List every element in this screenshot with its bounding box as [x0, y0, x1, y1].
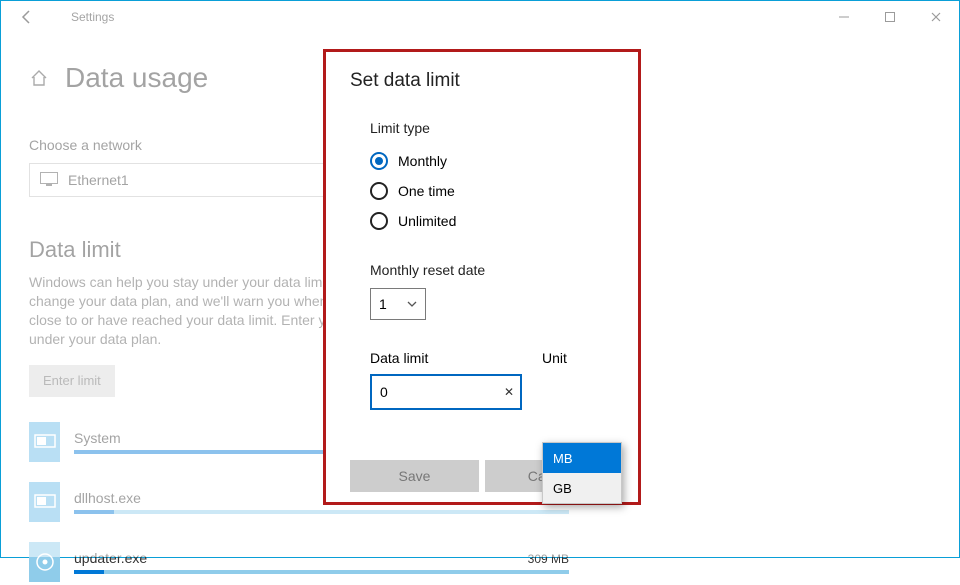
clear-input-icon[interactable]: ✕ [504, 385, 514, 399]
radio-label: Monthly [398, 153, 447, 169]
reset-date-value: 1 [379, 296, 387, 312]
unit-select[interactable] [556, 374, 636, 410]
chevron-down-icon [407, 296, 417, 312]
page-title: Data usage [65, 62, 208, 94]
network-icon [40, 172, 58, 189]
title-bar: Settings [1, 1, 959, 33]
network-selected-value: Ethernet1 [68, 172, 129, 188]
limit-type-unlimited[interactable]: Unlimited [370, 206, 614, 236]
app-usage-value: 309 MB [528, 552, 569, 566]
close-button[interactable] [913, 1, 959, 33]
radio-icon [370, 152, 388, 170]
unit-option-mb[interactable]: MB [543, 443, 621, 473]
dialog-title: Set data limit [350, 70, 614, 92]
app-icon [29, 542, 60, 582]
data-limit-input[interactable]: 0 ✕ [370, 374, 522, 410]
minimize-button[interactable] [821, 1, 867, 33]
radio-label: Unlimited [398, 213, 456, 229]
radio-icon [370, 182, 388, 200]
reset-date-select[interactable]: 1 [370, 288, 426, 320]
radio-icon [370, 212, 388, 230]
unit-dropdown: MB GB [542, 442, 622, 504]
data-limit-value: 0 [380, 384, 388, 400]
app-usage-row: updater.exe 309 MB [29, 539, 569, 585]
maximize-button[interactable] [867, 1, 913, 33]
app-usage-bar [74, 510, 569, 514]
limit-type-radio-group: Monthly One time Unlimited [370, 146, 614, 236]
back-button[interactable] [11, 1, 43, 33]
save-button[interactable]: Save [350, 460, 479, 492]
app-usage-bar [74, 570, 569, 574]
limit-type-monthly[interactable]: Monthly [370, 146, 614, 176]
enter-limit-button[interactable]: Enter limit [29, 365, 115, 397]
unit-option-gb[interactable]: GB [543, 473, 621, 503]
data-limit-label: Data limit [370, 350, 522, 366]
set-data-limit-dialog: Set data limit Limit type Monthly One ti… [323, 49, 641, 505]
app-icon [29, 422, 60, 462]
app-icon [29, 482, 60, 522]
radio-label: One time [398, 183, 455, 199]
home-icon[interactable] [29, 68, 49, 88]
unit-label: Unit [542, 350, 636, 366]
window-title: Settings [71, 10, 114, 24]
limit-type-label: Limit type [370, 120, 614, 136]
limit-type-one-time[interactable]: One time [370, 176, 614, 206]
reset-date-label: Monthly reset date [370, 262, 614, 278]
